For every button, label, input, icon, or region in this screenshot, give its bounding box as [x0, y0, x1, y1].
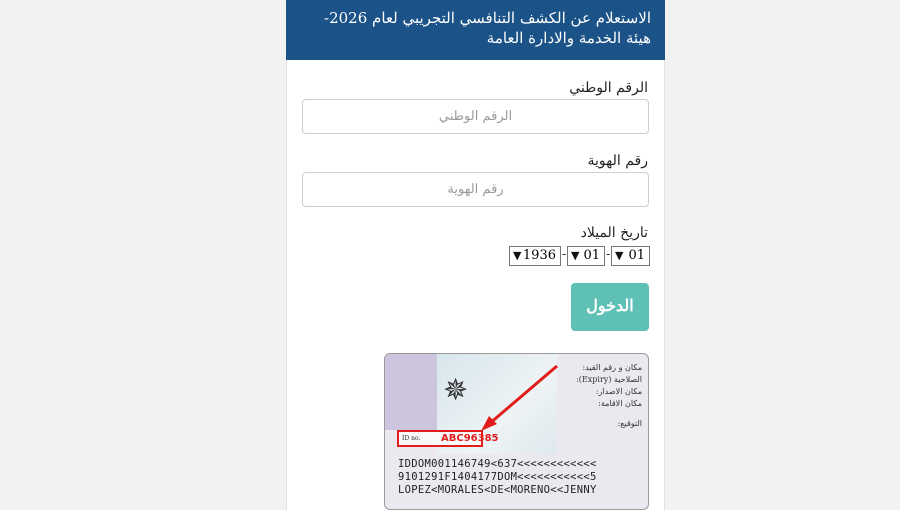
dob-separator: - [562, 247, 567, 262]
chevron-down-icon: ▼ [513, 249, 522, 262]
id-card-sample-image: ✵ مكان و رقم القيد: الصلاحية (Expiry): م… [384, 353, 649, 510]
dob-month-select[interactable]: ▼ 01 [567, 246, 605, 266]
id-number-highlight: ID no. ABC96385 [397, 430, 499, 447]
dob-day-select[interactable]: ▼ 01 [611, 246, 650, 266]
national-id-input[interactable] [302, 99, 649, 134]
id-number-label: رقم الهوية [587, 153, 648, 169]
chevron-down-icon: ▼ [615, 249, 624, 262]
chevron-down-icon: ▼ [571, 249, 580, 262]
card-mrz: IDDOM001146749<637<<<<<<<<<<<< 9101291F14… [398, 458, 597, 496]
national-id-label: الرقم الوطني [569, 80, 648, 96]
dob-separator: - [606, 247, 611, 262]
dob-selects: ▼ 1936 - ▼ 01 - ▼ 01 [509, 246, 650, 266]
page-header: الاستعلام عن الكشف التنافسي التجريبي لعا… [286, 0, 665, 60]
id-number-input[interactable] [302, 172, 649, 207]
dob-year-select[interactable]: ▼ 1936 [509, 246, 561, 266]
page-title: الاستعلام عن الكشف التنافسي التجريبي لعا… [324, 9, 651, 47]
card-id-number: ABC96385 [441, 433, 499, 444]
dob-label: تاريخ الميلاد [580, 225, 648, 241]
login-button[interactable]: الدخول [571, 283, 649, 331]
